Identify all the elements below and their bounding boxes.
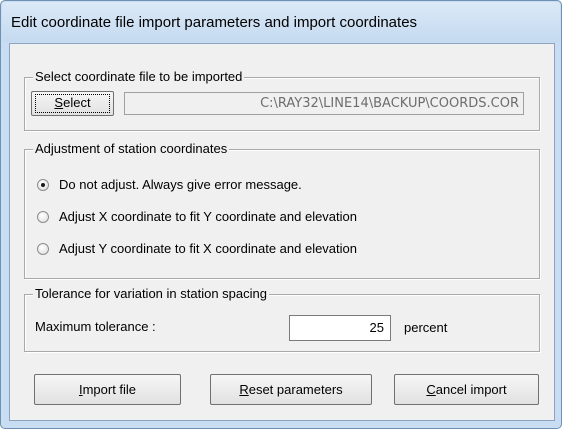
file-select-legend: Select coordinate file to be imported [33,69,245,84]
cancel-button-accel: C [426,382,436,397]
title-bar[interactable]: Edit coordinate file import parameters a… [2,2,560,42]
adjustment-group: Adjustment of station coordinates Do not… [24,141,540,279]
file-select-group: Select coordinate file to be imported Se… [24,69,540,131]
dialog-body: Select coordinate file to be imported Se… [9,43,555,421]
max-tolerance-input[interactable]: 25 [289,315,391,341]
radio-button[interactable] [37,243,49,255]
reset-parameters-button[interactable]: Reset parameters [210,374,372,405]
radio-label: Adjust X coordinate to fit Y coordinate … [59,209,357,224]
tolerance-legend: Tolerance for variation in station spaci… [33,286,269,301]
cancel-import-button[interactable]: Cancel import [394,374,539,405]
radio-button[interactable] [37,211,49,223]
file-path-field: C:\RAY32\LINE14\BACKUP\COORDS.COR [124,92,524,115]
reset-button-accel: R [239,382,249,397]
max-tolerance-label: Maximum tolerance : [35,319,156,334]
dialog-window: Edit coordinate file import parameters a… [0,0,562,429]
focus-rectangle [35,94,110,113]
import-button-label: mport file [82,382,137,397]
tolerance-unit: percent [404,320,448,335]
tolerance-group: Tolerance for variation in station spaci… [24,286,540,352]
cancel-button-label: ancel import [435,382,507,397]
select-file-button[interactable]: Select [31,91,114,116]
radio-button[interactable] [37,179,49,191]
adjustment-legend: Adjustment of station coordinates [33,141,230,156]
radio-label: Do not adjust. Always give error message… [59,177,302,192]
import-file-button[interactable]: Import file [34,374,181,405]
radio-label: Adjust Y coordinate to fit X coordinate … [59,241,357,256]
reset-button-label: eset parameters [248,382,343,397]
dialog-title: Edit coordinate file import parameters a… [11,14,418,31]
